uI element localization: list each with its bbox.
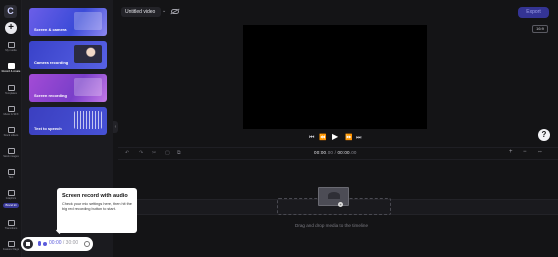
screen-recording-card[interactable]: Screen recording (29, 74, 107, 102)
export-button[interactable]: Export (518, 7, 549, 18)
transitions-icon (7, 220, 15, 226)
rewind-icon[interactable]: ⏪ (319, 134, 326, 142)
image-icon (7, 148, 15, 154)
skip-back-icon[interactable]: ⏮ (309, 134, 314, 142)
dragged-media-thumbnail (318, 187, 349, 206)
sidebar-item-transitions[interactable]: Transitions (0, 220, 22, 230)
duplicate-icon[interactable]: ⧉ (177, 150, 181, 156)
add-media-button[interactable]: + (5, 22, 17, 34)
video-preview (243, 25, 427, 129)
plus-icon: + (338, 202, 343, 207)
onboarding-popup: Screen record with audio Check your mic … (57, 188, 137, 233)
folder-icon (7, 42, 15, 48)
sidebar-item-templates[interactable]: Templates (0, 85, 22, 95)
card-thumbnail (74, 45, 102, 63)
current-time: 00:00 (314, 150, 327, 155)
app-logo-icon[interactable]: C (4, 5, 17, 18)
gear-icon[interactable] (84, 241, 90, 247)
total-time: 00:00 (337, 150, 350, 155)
project-title[interactable]: Untitled video (121, 7, 161, 17)
elapsed-time: 00:00 (49, 240, 62, 246)
sidebar-item-text[interactable]: Text (0, 169, 22, 179)
zoom-out-icon[interactable]: − (523, 149, 527, 155)
collapse-panel-handle[interactable]: ‹ (113, 121, 118, 133)
camera-icon (7, 63, 15, 69)
text-to-speech-card[interactable]: Text to speech (29, 107, 107, 135)
zoom-in-icon[interactable]: + (509, 149, 513, 155)
sidebar-item-record-create[interactable]: Record & create (0, 63, 22, 73)
card-thumbnail (74, 78, 102, 96)
film-icon (7, 127, 15, 133)
drop-hint: Drag and drop media to the timeline (295, 223, 369, 228)
delete-icon[interactable]: ▢ (165, 150, 170, 156)
total-time-ms: .00 (349, 150, 357, 155)
music-icon (7, 106, 15, 112)
sidebar-item-stock-videos[interactable]: Stock videos (0, 127, 22, 137)
waveform-icon (74, 111, 102, 129)
stop-recording-button[interactable] (23, 239, 33, 249)
time-limit: / 30:00 (62, 240, 79, 246)
timecode-separator: / (334, 150, 337, 155)
sidebar-item-my-media[interactable]: My media (0, 42, 22, 52)
current-time-ms: .00 (326, 150, 334, 155)
fit-timeline-icon[interactable]: ⇔ (537, 149, 543, 155)
undo-icon[interactable]: ↶ (125, 150, 129, 156)
skip-forward-icon[interactable]: ⏭ (356, 134, 361, 142)
left-rail: C + My media Record & create Templates M… (0, 0, 22, 257)
card-thumbnail (74, 12, 102, 30)
sidebar-item-stock-images[interactable]: Stock images (0, 148, 22, 158)
redo-icon[interactable]: ↷ (139, 150, 143, 156)
aspect-ratio-button[interactable]: 16:9 (532, 25, 548, 33)
chevron-down-icon[interactable]: ⌄ (162, 8, 166, 14)
screen-and-camera-card[interactable]: Screen & camera (29, 8, 107, 36)
sidebar-item-feature-flags[interactable]: Feature Flags (0, 241, 22, 251)
sidebar-item-music[interactable]: Music & SFX (0, 106, 22, 116)
popup-title: Screen record with audio (62, 193, 128, 199)
graphics-icon (7, 190, 15, 196)
timecode: 00:00.00 / 00:00.00 (314, 150, 357, 155)
play-button[interactable]: ▶ (332, 133, 338, 141)
camera-icon[interactable] (43, 242, 47, 246)
sidebar-item-graphics[interactable]: Graphics (0, 190, 22, 200)
popup-body: Check your mic settings here, then hit t… (62, 202, 132, 211)
help-button[interactable]: ? (538, 129, 550, 141)
split-icon[interactable]: ✂ (152, 150, 156, 156)
cloud-offline-icon (171, 9, 179, 14)
camera-recording-card[interactable]: Camera recording (29, 41, 107, 69)
fast-forward-icon[interactable]: ⏩ (345, 134, 352, 142)
microphone-icon[interactable] (38, 241, 41, 246)
text-icon (7, 169, 15, 175)
brand-kit-chip[interactable]: Brand kit (3, 203, 19, 208)
flag-icon (7, 241, 15, 247)
editor-window: C + My media Record & create Templates M… (0, 0, 558, 257)
recording-timer: 00:00 / 30:00 (49, 240, 78, 246)
templates-icon (7, 85, 15, 91)
